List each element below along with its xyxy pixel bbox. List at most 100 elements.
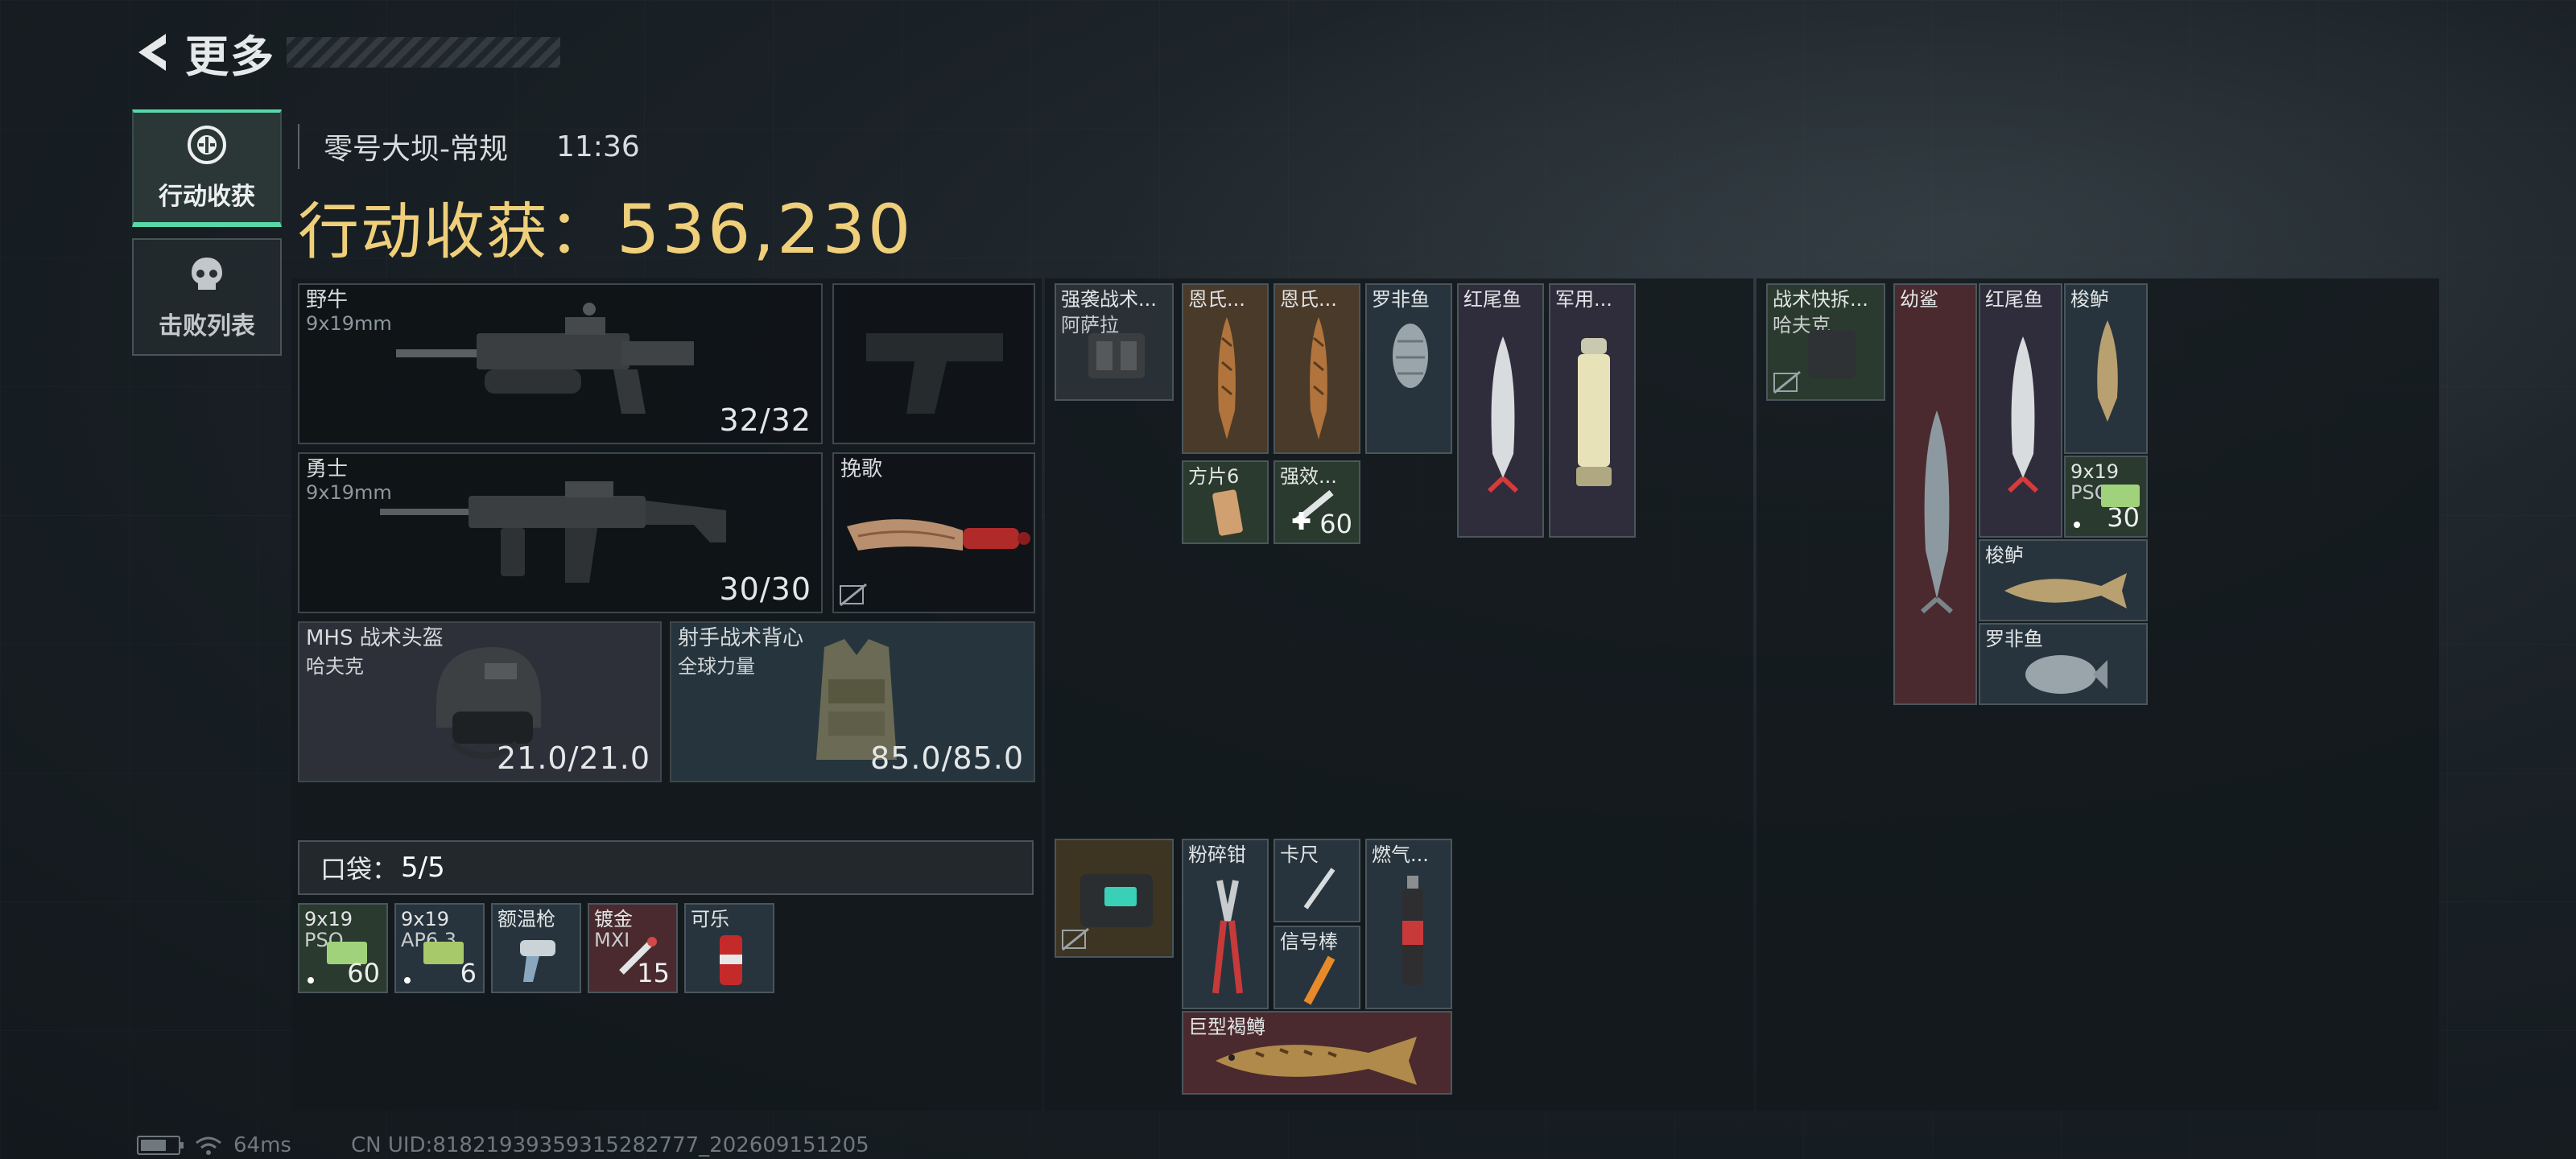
weapon-ammo: 9x19mm <box>306 312 392 335</box>
helmet-brand: 哈夫克 <box>306 655 364 678</box>
pocket-item[interactable]: 镀金 MXI 15 <box>588 903 678 993</box>
durability: 85.0/85.0 <box>869 740 1024 776</box>
item-name: 燃气... <box>1372 843 1429 866</box>
knife-icon <box>847 519 1030 551</box>
bag-item[interactable]: 红尾鱼 <box>1457 283 1544 538</box>
fish-icon <box>1393 324 1428 388</box>
pocket-item[interactable]: 9x19 AP6.3 6 <box>394 903 485 993</box>
page-title: 更多 <box>185 31 275 82</box>
fish-icon <box>2025 655 2107 694</box>
helmet-slot[interactable]: MHS 战术头盔 哈夫克 21.0/21.0 <box>298 621 662 782</box>
fish-icon <box>1487 336 1519 493</box>
pocket-item[interactable]: 9x19 PSO 60 <box>298 903 388 993</box>
dot-icon <box>404 977 411 984</box>
fish-icon <box>2004 573 2127 608</box>
case-item[interactable]: 粉碎钳 <box>1182 839 1269 1009</box>
nav-item-kills[interactable]: 击败列表 <box>132 238 282 356</box>
item-qty: 30 <box>2107 502 2140 533</box>
bag-item[interactable]: 恩氏... <box>1182 283 1269 454</box>
status-footer: 64ms CN UID:81821939359315282777_2026091… <box>137 1133 869 1157</box>
cola-can-icon <box>720 935 742 985</box>
back-arrow-icon <box>138 34 166 71</box>
loot-label: 行动收获： <box>298 196 612 267</box>
fish-icon <box>1218 317 1236 439</box>
case-item[interactable]: 巨型褐鳟 <box>1182 1011 1452 1095</box>
nav-item-loot[interactable]: 行动收获 <box>132 109 282 227</box>
item-name: 梭鲈 <box>2070 288 2109 311</box>
container-slot[interactable] <box>1055 839 1174 958</box>
pocket-count: 5/5 <box>401 852 445 884</box>
item-name: 梭鲈 <box>1985 544 2024 567</box>
pliers-icon <box>1212 880 1243 994</box>
item-name: 幼鲨 <box>1900 288 1938 311</box>
item-qty: 6 <box>460 958 477 988</box>
ammo-count: 32/32 <box>719 402 811 438</box>
battery-icon <box>137 1136 184 1155</box>
extra-item[interactable]: 幼鲨 <box>1893 283 1977 705</box>
item-name: 强效... <box>1280 465 1337 488</box>
bag-item[interactable]: 方片6 <box>1182 460 1269 544</box>
pocket-header: 口袋： 5/5 <box>298 840 1034 895</box>
side-nav: 行动收获 击败列表 <box>132 109 282 367</box>
pocket-item[interactable]: 可乐 <box>684 903 774 993</box>
chest-rig-icon <box>1808 330 1856 378</box>
back-button[interactable] <box>129 28 177 76</box>
skull-icon <box>192 258 222 290</box>
item-name: 9x19 <box>401 908 450 930</box>
case-item[interactable]: 燃气... <box>1365 839 1452 1009</box>
extra-item[interactable]: 梭鲈 <box>1979 539 2148 621</box>
dot-icon <box>2074 522 2080 528</box>
pistol-slot[interactable] <box>832 283 1035 444</box>
armor-slot[interactable]: 射手战术背心 全球力量 85.0/85.0 <box>670 621 1035 782</box>
pocket-label: 口袋： <box>320 854 398 885</box>
fish-icon <box>2097 320 2118 422</box>
item-name: 卡尺 <box>1280 843 1319 866</box>
chest-rig-icon <box>1088 333 1145 378</box>
armor-brand: 全球力量 <box>678 655 755 678</box>
loot-icon <box>188 126 226 164</box>
extra-item[interactable]: 罗非鱼 <box>1979 623 2148 705</box>
weapon-name: 勇士 <box>306 457 349 481</box>
fish-icon <box>1310 317 1327 439</box>
thermometer-gun-icon <box>520 940 555 982</box>
smg-icon <box>396 303 694 414</box>
card-icon <box>1212 489 1243 536</box>
trout-icon <box>1216 1037 1417 1085</box>
nav-label: 行动收获 <box>159 183 255 211</box>
extra-item[interactable]: 9x19 PSO 30 <box>2064 456 2148 538</box>
item-name: 恩氏... <box>1280 288 1337 311</box>
armor-name: 射手战术背心 <box>678 626 804 650</box>
extra-item[interactable]: 梭鲈 <box>2064 283 2148 454</box>
title-decoration <box>287 37 560 68</box>
item-name: 罗非鱼 <box>1372 288 1430 311</box>
item-name: 额温枪 <box>497 908 555 930</box>
item-name: 信号棒 <box>1280 930 1338 953</box>
caliper-icon <box>1303 868 1335 909</box>
chest-rig-slot[interactable]: 战术快拆... 哈夫克 <box>1766 283 1885 401</box>
extra-item[interactable]: 红尾鱼 <box>1979 283 2062 538</box>
weapon-name: 野牛 <box>306 288 349 312</box>
item-name: 9x19 <box>304 908 353 930</box>
bag-item[interactable]: 军用... <box>1549 283 1636 538</box>
pistol-placeholder-icon <box>866 333 1003 414</box>
case-item[interactable]: 卡尺 <box>1274 839 1360 922</box>
ammo-count: 30/30 <box>719 571 811 607</box>
no-drop-icon <box>1773 370 1801 394</box>
bag-item[interactable]: 恩氏... <box>1274 283 1360 454</box>
battery-fill <box>141 1140 166 1151</box>
match-info: 零号大坝-常规 11:36 <box>298 124 640 169</box>
primary-weapon-slot[interactable]: 野牛 9x19mm 32/32 <box>298 283 823 444</box>
gas-canister-icon <box>1402 876 1423 985</box>
top-bar: 更多 <box>129 24 560 82</box>
item-name: 红尾鱼 <box>1985 288 2043 311</box>
melee-slot[interactable]: 挽歌 <box>832 452 1035 613</box>
bag-item[interactable]: 强效... ✚ 60 <box>1274 460 1360 544</box>
bag-item[interactable]: 罗非鱼 <box>1365 283 1452 454</box>
pocket-item[interactable]: 额温枪 <box>491 903 581 993</box>
secondary-weapon-slot[interactable]: 勇士 9x19mm 30/30 <box>298 452 823 613</box>
loot-summary: 行动收获： 536,230 <box>298 182 913 270</box>
item-name: 战术快拆... <box>1773 288 1868 311</box>
nav-label: 击败列表 <box>159 312 255 340</box>
chest-rig-slot[interactable]: 强袭战术... 阿萨拉 <box>1055 283 1174 401</box>
case-item[interactable]: 信号棒 <box>1274 926 1360 1009</box>
